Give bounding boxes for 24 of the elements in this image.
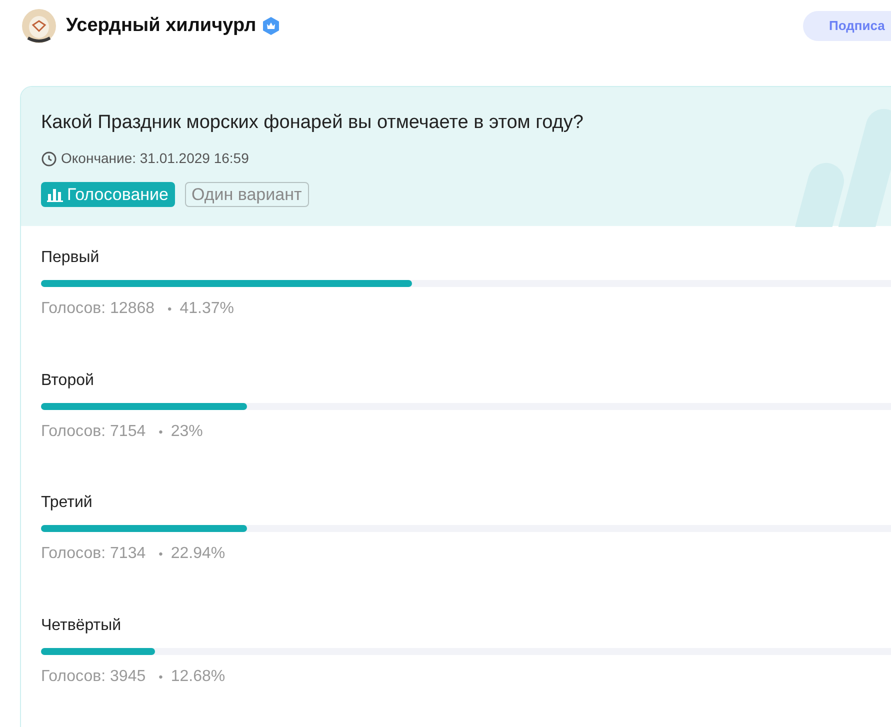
option-label: Третий xyxy=(41,493,94,513)
option-label: Первый xyxy=(41,248,100,268)
author-name[interactable]: Усердный хиличурл xyxy=(66,12,256,40)
separator-dot: • xyxy=(158,668,163,686)
clock-icon xyxy=(41,150,57,166)
poll-mode-tag: Один вариант xyxy=(184,182,309,207)
avatar-icon[interactable] xyxy=(20,7,58,45)
vote-percent: 12.68% xyxy=(170,666,226,686)
tag-label: Голосование xyxy=(67,184,168,206)
separator-dot: • xyxy=(168,301,172,318)
vote-count: Голосов: 12868 xyxy=(41,299,155,319)
option-label: Четвёртый xyxy=(41,616,122,636)
vote-count: Голосов: 3945 xyxy=(41,666,146,686)
vote-count: Голосов: 7154 xyxy=(41,422,146,442)
poll-question: Какой Праздник морских фонарей вы отмечаете в этом году? xyxy=(41,111,584,135)
option-label: Второй xyxy=(41,370,95,390)
deadline-text: Окончание: 31.01.2029 16:59 xyxy=(61,149,249,168)
vote-count: Голосов: 7134 xyxy=(41,544,146,564)
vote-percent: 23% xyxy=(170,422,203,442)
separator-dot: • xyxy=(158,546,163,563)
separator-dot: • xyxy=(158,424,163,440)
vote-percent: 41.37% xyxy=(180,299,234,319)
bar-chart-icon xyxy=(47,187,63,202)
vote-percent: 22.94% xyxy=(170,544,226,564)
